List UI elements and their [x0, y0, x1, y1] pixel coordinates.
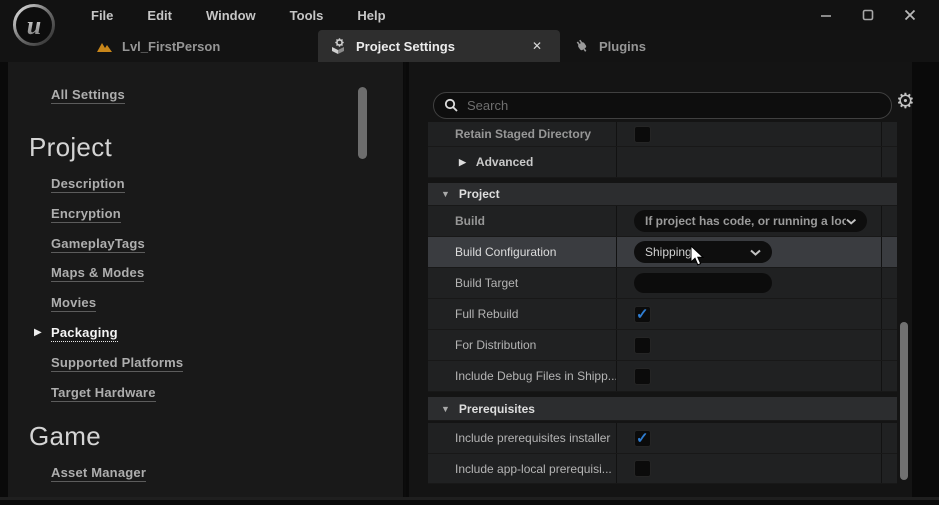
setting-label: Full Rebuild	[428, 299, 617, 329]
setting-label: For Distribution	[428, 330, 617, 360]
tab-bar: Lvl_FirstPerson Project Settings ✕	[0, 30, 939, 62]
selected-item-arrow-icon: ▶	[34, 327, 42, 338]
sidebar-item-movies[interactable]: Movies	[51, 295, 96, 312]
menu-file[interactable]: File	[74, 8, 130, 23]
advanced-label: Advanced	[476, 155, 533, 169]
include-app-local-prerequisites-checkbox[interactable]	[634, 460, 651, 477]
settings-gear-icon[interactable]: ⚙	[896, 91, 915, 112]
titlebar: u File Edit Window Tools Help	[0, 0, 939, 30]
sidebar-item-packaging[interactable]: Packaging	[51, 325, 118, 342]
build-dropdown-value: If project has code, or running a local	[645, 214, 846, 228]
search-input[interactable]	[467, 98, 881, 113]
sidebar-item-gameplaytags[interactable]: GameplayTags	[51, 236, 145, 253]
sidebar-item-all-settings[interactable]: All Settings	[51, 87, 125, 104]
retain-staged-directory-checkbox[interactable]	[634, 126, 651, 143]
mouse-cursor	[690, 245, 706, 272]
setting-row-for-distribution[interactable]: For Distribution	[428, 330, 897, 361]
settings-rows: Retain Staged Directory ▶ Advanced ▼ Pro…	[428, 122, 897, 484]
build-configuration-value: Shipping	[645, 245, 692, 259]
plugins-plug-icon	[574, 38, 590, 54]
setting-label: Build Target	[428, 268, 617, 298]
setting-label: Include app-local prerequisi...	[428, 454, 617, 483]
tab-plugins[interactable]: Plugins	[574, 30, 646, 62]
search-bar[interactable]	[433, 92, 892, 119]
setting-row-retain-staged-directory[interactable]: Retain Staged Directory	[428, 122, 897, 147]
tab-level[interactable]: Lvl_FirstPerson	[96, 30, 220, 62]
collapsed-arrow-icon: ▶	[459, 157, 466, 168]
setting-row-include-debug-files[interactable]: Include Debug Files in Shipp...	[428, 361, 897, 392]
setting-row-build[interactable]: Build If project has code, or running a …	[428, 206, 897, 237]
sidebar-category-project: Project	[29, 132, 112, 163]
expanded-arrow-icon: ▼	[441, 189, 450, 199]
close-tab-icon[interactable]: ✕	[526, 37, 548, 55]
sidebar-item-description[interactable]: Description	[51, 176, 125, 193]
chevron-down-icon	[846, 218, 856, 225]
build-dropdown[interactable]: If project has code, or running a local	[634, 210, 867, 232]
setting-label: Build	[428, 206, 617, 236]
tab-project-settings-label: Project Settings	[356, 39, 455, 54]
svg-text:u: u	[27, 11, 41, 40]
full-rebuild-checkbox[interactable]	[634, 306, 651, 323]
menu-bar: File Edit Window Tools Help	[74, 0, 403, 30]
setting-label: Retain Staged Directory	[428, 122, 617, 146]
section-label: Project	[459, 187, 500, 201]
sidebar-category-game: Game	[29, 421, 101, 452]
chevron-down-icon	[750, 249, 761, 256]
menu-edit[interactable]: Edit	[130, 8, 189, 23]
menu-tools[interactable]: Tools	[273, 8, 341, 23]
project-settings-icon	[330, 38, 347, 55]
sidebar-item-supported-platforms[interactable]: Supported Platforms	[51, 355, 183, 372]
unreal-logo-icon[interactable]: u	[12, 3, 56, 47]
maximize-icon[interactable]	[847, 0, 889, 30]
section-label: Prerequisites	[459, 402, 535, 416]
tab-plugins-label: Plugins	[599, 39, 646, 54]
window-controls	[805, 0, 931, 30]
setting-row-include-prerequisites-installer[interactable]: Include prerequisites installer	[428, 423, 897, 454]
setting-label: Include prerequisites installer	[428, 423, 617, 453]
tab-level-label: Lvl_FirstPerson	[122, 39, 220, 54]
close-window-icon[interactable]	[889, 0, 931, 30]
sidebar-item-maps-modes[interactable]: Maps & Modes	[51, 265, 144, 282]
panel-divider	[404, 62, 406, 497]
setting-row-include-app-local-prerequisites[interactable]: Include app-local prerequisi...	[428, 454, 897, 484]
menu-help[interactable]: Help	[340, 8, 402, 23]
setting-row-advanced[interactable]: ▶ Advanced	[428, 147, 897, 178]
expanded-arrow-icon: ▼	[441, 404, 450, 414]
window-bottom-edge	[0, 497, 939, 500]
tab-project-settings[interactable]: Project Settings ✕	[318, 30, 560, 62]
setting-label: Build Configuration	[428, 237, 617, 267]
setting-row-full-rebuild[interactable]: Full Rebuild	[428, 299, 897, 330]
minimize-icon[interactable]	[805, 0, 847, 30]
sidebar-item-encryption[interactable]: Encryption	[51, 206, 121, 223]
for-distribution-checkbox[interactable]	[634, 337, 651, 354]
build-target-input[interactable]	[634, 273, 772, 293]
setting-row-build-configuration[interactable]: Build Configuration Shipping	[428, 237, 897, 268]
sidebar-item-asset-manager[interactable]: Asset Manager	[51, 465, 146, 482]
level-mountain-icon	[96, 40, 113, 53]
section-header-prerequisites[interactable]: ▼ Prerequisites	[428, 397, 897, 421]
settings-scrollbar[interactable]	[900, 322, 908, 480]
include-prerequisites-installer-checkbox[interactable]	[634, 430, 651, 447]
setting-label: Include Debug Files in Shipp...	[428, 361, 617, 391]
search-icon	[444, 98, 459, 113]
section-header-project[interactable]: ▼ Project	[428, 183, 897, 206]
setting-row-build-target[interactable]: Build Target	[428, 268, 897, 299]
settings-sidebar: All Settings Project Description Encrypt…	[8, 62, 403, 497]
include-debug-files-checkbox[interactable]	[634, 368, 651, 385]
menu-window[interactable]: Window	[189, 8, 273, 23]
settings-panel: ⚙ Retain Staged Directory ▶ Advanced ▼ P…	[409, 62, 912, 497]
sidebar-scrollbar[interactable]	[358, 87, 367, 159]
sidebar-item-target-hardware[interactable]: Target Hardware	[51, 385, 156, 402]
